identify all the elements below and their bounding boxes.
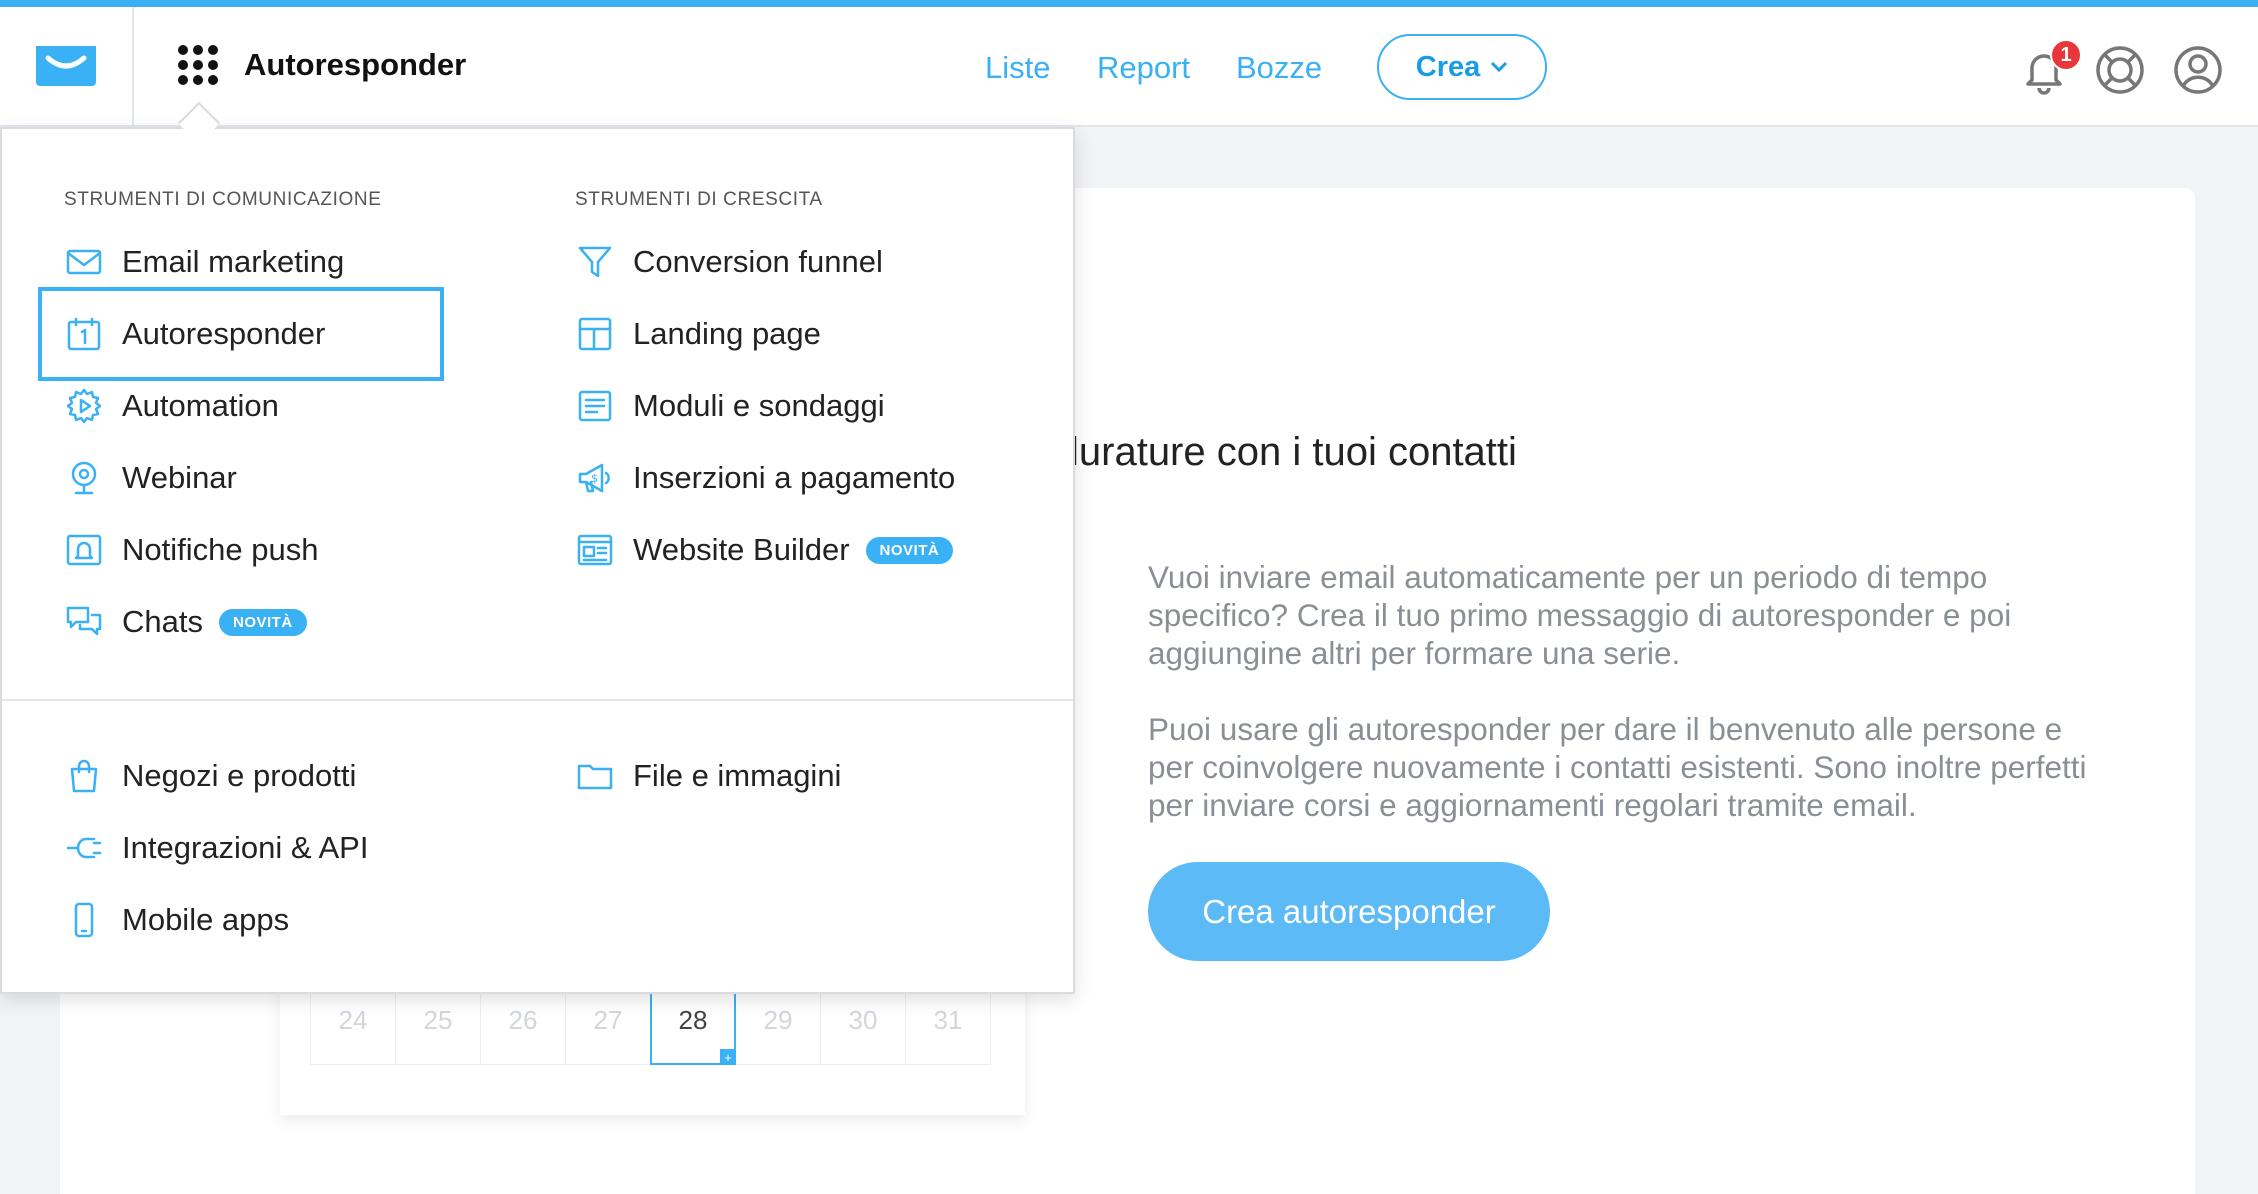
apps-dropdown-menu: STRUMENTI DI COMUNICAZIONE STRUMENTI DI … [0, 127, 1075, 994]
menu-item-label: Webinar [122, 460, 237, 495]
menu-item-email-marketing[interactable]: Email marketing [64, 237, 344, 287]
svg-text:$: $ [591, 472, 598, 485]
menu-item-label: Conversion funnel [633, 244, 883, 279]
menu-item-label: File e immagini [633, 758, 842, 793]
logo[interactable] [0, 7, 134, 125]
nav-link-liste[interactable]: Liste [985, 50, 1050, 86]
menu-item-inserzioni-a-pagamento[interactable]: $ Inserzioni a pagamento [575, 453, 955, 503]
menu-item-negozi-e-prodotti[interactable]: Negozi e prodotti [64, 751, 356, 801]
menu-item-label: Inserzioni a pagamento [633, 460, 956, 495]
new-badge: NOVITÀ [865, 536, 954, 564]
website-icon [575, 530, 615, 570]
automation-gear-icon [64, 386, 104, 426]
menu-item-landing-page[interactable]: Landing page [575, 309, 821, 359]
push-bell-icon [64, 530, 104, 570]
user-profile-icon[interactable] [2172, 44, 2224, 96]
top-accent-bar [0, 0, 2258, 7]
help-lifebuoy-icon[interactable] [2094, 44, 2146, 96]
create-autoresponder-button[interactable]: Crea autoresponder [1148, 862, 1550, 961]
menu-item-label: Integrazioni & API [122, 830, 369, 865]
create-button-label: Crea [1415, 50, 1481, 83]
menu-item-webinar[interactable]: Webinar [64, 453, 237, 503]
menu-item-label: Negozi e prodotti [122, 758, 357, 793]
intro-paragraph: Vuoi inviare email automaticamente per u… [1148, 559, 2012, 671]
menu-item-conversion-funnel[interactable]: Conversion funnel [575, 237, 883, 287]
apps-grid-icon[interactable] [176, 43, 220, 87]
menu-item-mobile-apps[interactable]: Mobile apps [64, 895, 289, 945]
add-day-icon: + [720, 1049, 736, 1065]
notification-count-badge: 1 [2050, 39, 2082, 71]
app-title: Autoresponder [244, 47, 467, 82]
menu-item-label: Mobile apps [122, 902, 290, 937]
layout-icon [575, 314, 615, 354]
megaphone-icon: $ [575, 458, 615, 498]
menu-item-label: Automation [122, 388, 279, 423]
folder-icon [575, 756, 615, 796]
growth-tools-title: STRUMENTI DI CRESCITA [575, 189, 823, 210]
nav-link-report[interactable]: Report [1097, 50, 1190, 86]
mobile-icon [64, 900, 104, 940]
form-icon [575, 386, 615, 426]
shopping-bag-icon [64, 756, 104, 796]
menu-item-label: Notifiche push [122, 532, 319, 567]
menu-item-website-builder[interactable]: Website Builder NOVITÀ [575, 525, 954, 575]
top-navigation-bar: Autoresponder Liste Report Bozze Crea 1 [0, 7, 2258, 127]
calendar-illustration: 24 25 26 27 28 +29 30 31 [280, 975, 1025, 1115]
nav-link-bozze[interactable]: Bozze [1236, 50, 1322, 86]
menu-item-label: Email marketing [122, 244, 345, 279]
usage-paragraph: Puoi usare gli autoresponder per dare il… [1148, 711, 2087, 823]
calendar-icon [64, 314, 104, 354]
menu-item-chats[interactable]: Chats NOVITÀ [64, 597, 307, 647]
menu-item-automation[interactable]: Automation [64, 381, 279, 431]
funnel-icon [575, 242, 615, 282]
envelope-icon [64, 242, 104, 282]
menu-item-notifiche-push[interactable]: Notifiche push [64, 525, 318, 575]
menu-item-file-e-immagini[interactable]: File e immagini [575, 751, 841, 801]
menu-item-label: Moduli e sondaggi [633, 388, 885, 423]
chevron-down-icon [1491, 61, 1508, 73]
menu-item-label: Chats [122, 604, 203, 639]
getresponse-logo-icon [36, 46, 96, 86]
chat-bubbles-icon [64, 602, 104, 642]
menu-item-label: Landing page [633, 316, 821, 351]
menu-item-autoresponder[interactable]: Autoresponder [38, 287, 444, 381]
menu-item-moduli-e-sondaggi[interactable]: Moduli e sondaggi [575, 381, 885, 431]
communication-tools-title: STRUMENTI DI COMUNICAZIONE [64, 189, 382, 210]
new-badge: NOVITÀ [218, 608, 307, 636]
webcam-icon [64, 458, 104, 498]
menu-item-label: Autoresponder [122, 316, 326, 351]
menu-item-label: Website Builder [633, 532, 850, 567]
page-heading: lurature con i tuoi contatti [1070, 430, 1517, 474]
plug-icon [64, 828, 104, 868]
create-dropdown-button[interactable]: Crea [1377, 34, 1547, 100]
menu-divider [2, 699, 1073, 701]
menu-item-integrazioni-and-api[interactable]: Integrazioni & API [64, 823, 368, 873]
